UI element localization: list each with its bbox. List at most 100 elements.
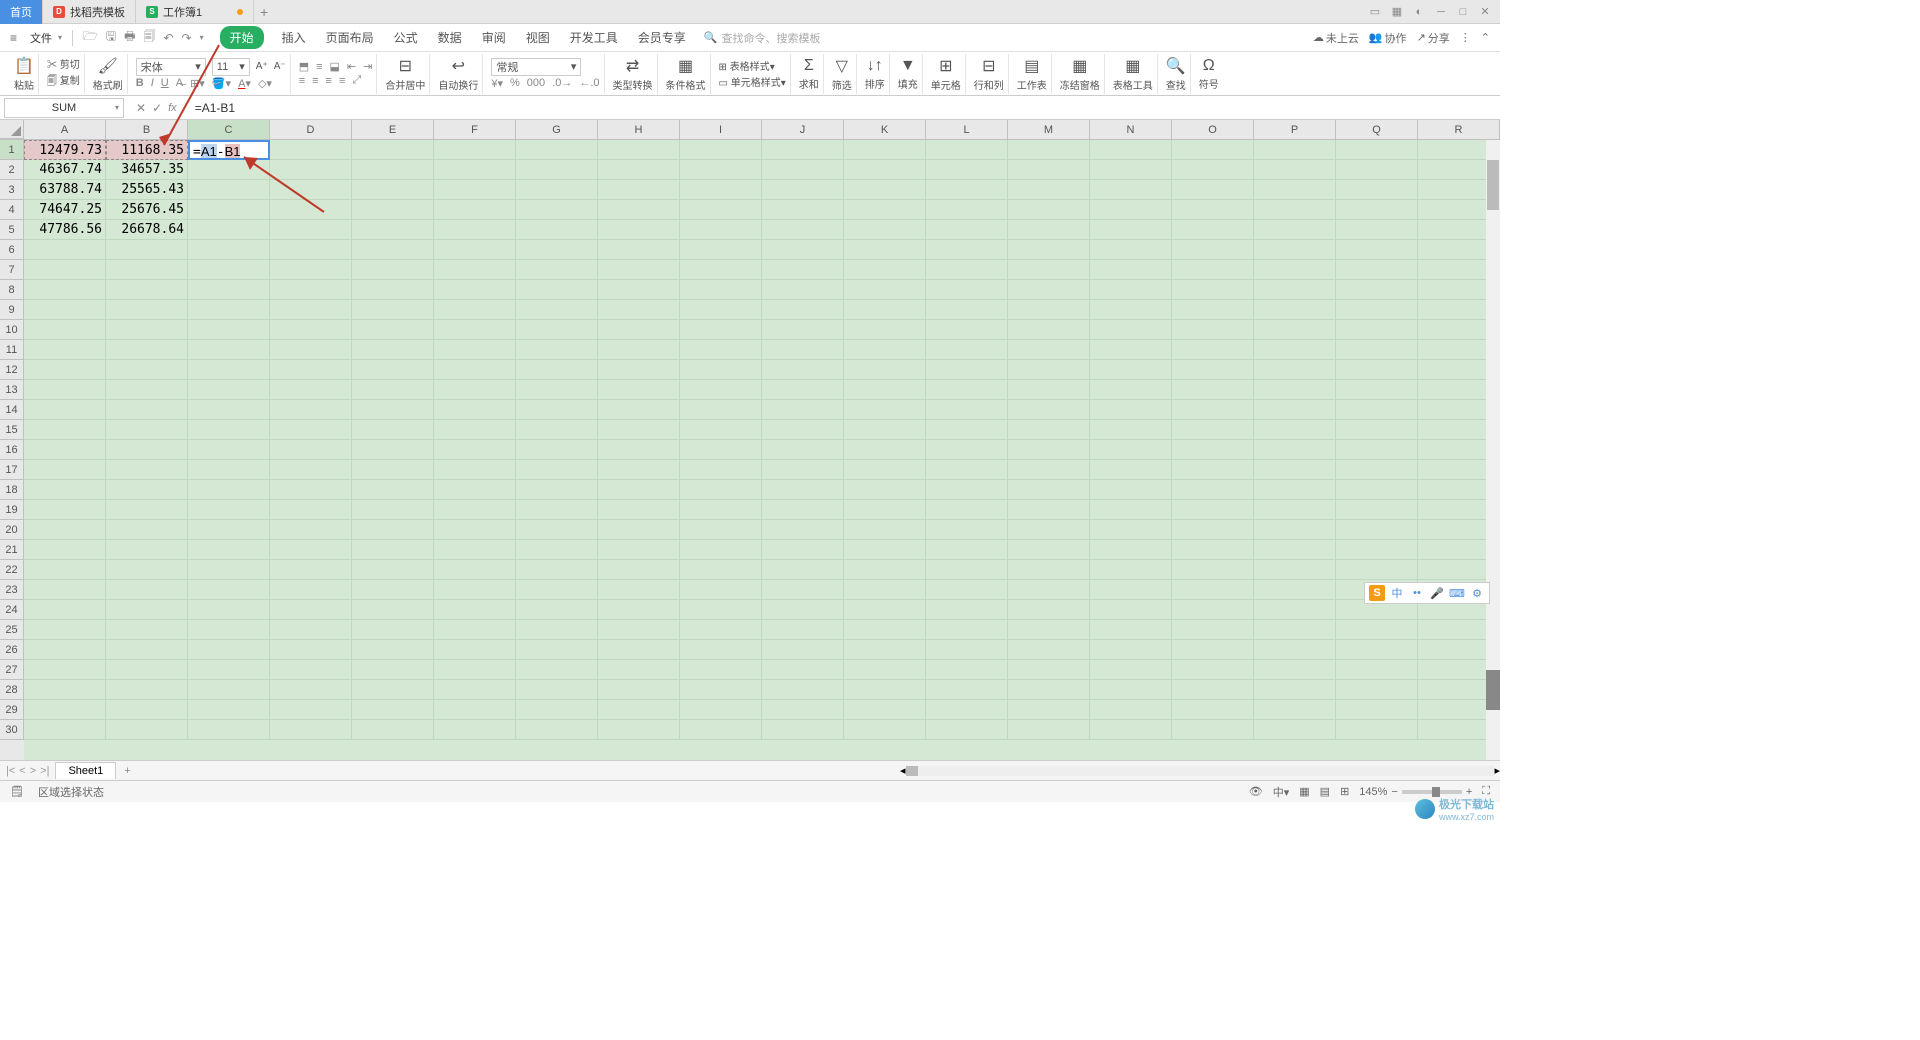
cell-H15[interactable] (598, 420, 680, 440)
cell-I15[interactable] (680, 420, 762, 440)
cell-O13[interactable] (1172, 380, 1254, 400)
col-header-I[interactable]: I (680, 120, 762, 139)
cell-A19[interactable] (24, 500, 106, 520)
cell-L30[interactable] (926, 720, 1008, 740)
cell-Q20[interactable] (1336, 520, 1418, 540)
cell-I18[interactable] (680, 480, 762, 500)
cell-C28[interactable] (188, 680, 270, 700)
cell-F14[interactable] (434, 400, 516, 420)
cell-O8[interactable] (1172, 280, 1254, 300)
cells-button[interactable]: ⊞单元格 (931, 56, 961, 92)
cell-L6[interactable] (926, 240, 1008, 260)
cell-A8[interactable] (24, 280, 106, 300)
cell-C22[interactable] (188, 560, 270, 580)
cell-B7[interactable] (106, 260, 188, 280)
cell-G22[interactable] (516, 560, 598, 580)
cell-G5[interactable] (516, 220, 598, 240)
view-page-icon[interactable]: ▤ (1320, 785, 1330, 798)
cell-F12[interactable] (434, 360, 516, 380)
cell-G24[interactable] (516, 600, 598, 620)
cell-F11[interactable] (434, 340, 516, 360)
cell-J29[interactable] (762, 700, 844, 720)
cell-I22[interactable] (680, 560, 762, 580)
cell-B27[interactable] (106, 660, 188, 680)
cell-K29[interactable] (844, 700, 926, 720)
col-header-M[interactable]: M (1008, 120, 1090, 139)
cell-L9[interactable] (926, 300, 1008, 320)
cell-J15[interactable] (762, 420, 844, 440)
filter-button[interactable]: ▽筛选 (832, 56, 852, 92)
dec-inc-icon[interactable]: .0→ (552, 77, 572, 89)
cell-D27[interactable] (270, 660, 352, 680)
cell-C15[interactable] (188, 420, 270, 440)
ribbon-tab-data[interactable]: 数据 (436, 25, 464, 50)
cell-Q18[interactable] (1336, 480, 1418, 500)
cell-K16[interactable] (844, 440, 926, 460)
cell-P9[interactable] (1254, 300, 1336, 320)
sheet-prev-icon[interactable]: < (19, 765, 25, 777)
cell-E5[interactable] (352, 220, 434, 240)
cell-K28[interactable] (844, 680, 926, 700)
copy-button[interactable]: 🗐 复制 (47, 72, 80, 91)
cell-A25[interactable] (24, 620, 106, 640)
cell-J8[interactable] (762, 280, 844, 300)
cell-A26[interactable] (24, 640, 106, 660)
cell-C16[interactable] (188, 440, 270, 460)
cell-I16[interactable] (680, 440, 762, 460)
cell-C18[interactable] (188, 480, 270, 500)
cell-F5[interactable] (434, 220, 516, 240)
cell-C8[interactable] (188, 280, 270, 300)
thousand-icon[interactable]: 000 (527, 77, 545, 89)
cell-H21[interactable] (598, 540, 680, 560)
cell-B18[interactable] (106, 480, 188, 500)
ime-keyboard-icon[interactable]: ⌨ (1449, 585, 1465, 601)
cell-J2[interactable] (762, 160, 844, 180)
cell-L25[interactable] (926, 620, 1008, 640)
cell-B9[interactable] (106, 300, 188, 320)
find-button[interactable]: 🔍查找 (1166, 56, 1186, 92)
cell-P1[interactable] (1254, 140, 1336, 160)
cell-F9[interactable] (434, 300, 516, 320)
col-header-P[interactable]: P (1254, 120, 1336, 139)
cell-K27[interactable] (844, 660, 926, 680)
cell-Q12[interactable] (1336, 360, 1418, 380)
merge-button[interactable]: ⊟合并居中 (385, 56, 425, 92)
cell-Q8[interactable] (1336, 280, 1418, 300)
cell-N27[interactable] (1090, 660, 1172, 680)
cell-E29[interactable] (352, 700, 434, 720)
cell-M20[interactable] (1008, 520, 1090, 540)
cell-Q7[interactable] (1336, 260, 1418, 280)
cell-L4[interactable] (926, 200, 1008, 220)
cell-E28[interactable] (352, 680, 434, 700)
cell-M15[interactable] (1008, 420, 1090, 440)
cell-C10[interactable] (188, 320, 270, 340)
row-header-5[interactable]: 5 (0, 220, 24, 240)
cell-Q2[interactable] (1336, 160, 1418, 180)
cell-G15[interactable] (516, 420, 598, 440)
cell-O28[interactable] (1172, 680, 1254, 700)
cell-G17[interactable] (516, 460, 598, 480)
cell-M16[interactable] (1008, 440, 1090, 460)
redo-icon[interactable]: ↷ (182, 31, 192, 45)
underline-button[interactable]: U (161, 77, 169, 89)
cell-H24[interactable] (598, 600, 680, 620)
cell-H7[interactable] (598, 260, 680, 280)
font-size-select[interactable]: 11▾ (212, 58, 250, 76)
cell-E3[interactable] (352, 180, 434, 200)
cell-I17[interactable] (680, 460, 762, 480)
cell-C3[interactable] (188, 180, 270, 200)
strike-button[interactable]: A̶ (176, 77, 183, 89)
col-header-C[interactable]: C (188, 120, 270, 139)
cell-H6[interactable] (598, 240, 680, 260)
cell-F28[interactable] (434, 680, 516, 700)
cell-F18[interactable] (434, 480, 516, 500)
cell-J19[interactable] (762, 500, 844, 520)
cell-Q13[interactable] (1336, 380, 1418, 400)
cell-N10[interactable] (1090, 320, 1172, 340)
align-middle-icon[interactable]: ≡ (316, 61, 322, 73)
side-panel-handle[interactable] (1486, 670, 1500, 710)
cell-A12[interactable] (24, 360, 106, 380)
cell-F16[interactable] (434, 440, 516, 460)
cell-M2[interactable] (1008, 160, 1090, 180)
cell-D16[interactable] (270, 440, 352, 460)
